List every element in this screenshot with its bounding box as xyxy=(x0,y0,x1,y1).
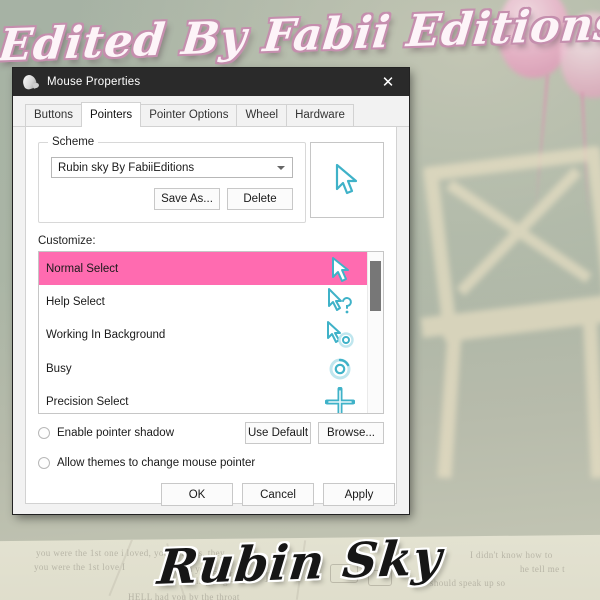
cancel-button[interactable]: Cancel xyxy=(242,483,314,506)
scribble-texture: you were the 1st one i loved, your frien… xyxy=(0,540,600,600)
arrow-cursor-icon xyxy=(325,254,355,284)
browse-button[interactable]: Browse... xyxy=(318,422,384,444)
apply-button[interactable]: Apply xyxy=(323,483,395,506)
enable-pointer-shadow-label: Enable pointer shadow xyxy=(57,427,174,439)
scribble-line: I didn't know how to xyxy=(470,550,553,560)
dialog-body: Buttons Pointers Pointer Options Wheel H… xyxy=(13,96,409,514)
pointer-button-row: Use Default Browse... xyxy=(245,422,384,444)
wallpaper-scene: you were the 1st one i loved, your frien… xyxy=(0,0,600,600)
allow-themes-checkbox[interactable] xyxy=(38,457,50,469)
list-item[interactable]: Working In Background xyxy=(39,319,383,352)
tab-bar: Buttons Pointers Pointer Options Wheel H… xyxy=(13,96,409,127)
list-item-label: Help Select xyxy=(46,296,105,309)
dialog-title: Mouse Properties xyxy=(47,76,141,88)
list-item-label: Normal Select xyxy=(46,262,119,275)
dialog-titlebar[interactable]: Mouse Properties ✕ xyxy=(13,68,409,96)
list-item-label: Busy xyxy=(46,362,72,375)
scribble-line: you were the 1st one i loved, your frien… xyxy=(36,548,225,558)
customize-label: Customize: xyxy=(38,235,96,247)
scheme-button-row: Save As... Delete xyxy=(51,188,293,210)
scheme-legend: Scheme xyxy=(48,136,99,148)
list-item[interactable]: Precision Select xyxy=(39,386,383,413)
help-cursor-icon xyxy=(325,287,355,317)
scheme-value: Rubin sky By FabiiEditions xyxy=(58,161,195,174)
scheme-combobox[interactable]: Rubin sky By FabiiEditions xyxy=(51,157,293,178)
use-default-button[interactable]: Use Default xyxy=(245,422,311,444)
list-item[interactable]: Busy xyxy=(39,352,383,385)
working-cursor-icon xyxy=(325,320,355,350)
busy-cursor-icon xyxy=(325,354,355,384)
mouse-icon xyxy=(21,73,40,91)
enable-pointer-shadow-checkbox[interactable] xyxy=(38,427,50,439)
tab-buttons[interactable]: Buttons xyxy=(25,104,82,126)
scheme-group: Scheme Rubin sky By FabiiEditions Save A… xyxy=(38,136,306,223)
allow-themes-label: Allow themes to change mouse pointer xyxy=(57,457,256,469)
dialog-footer: OK Cancel Apply xyxy=(13,483,409,506)
close-icon[interactable]: ✕ xyxy=(367,68,409,96)
pointers-tab-page: Scheme Rubin sky By FabiiEditions Save A… xyxy=(25,126,397,504)
ok-button[interactable]: OK xyxy=(161,483,233,506)
allow-themes-row[interactable]: Allow themes to change mouse pointer xyxy=(38,454,384,472)
tab-hardware[interactable]: Hardware xyxy=(286,104,354,126)
list-item[interactable]: Normal Select xyxy=(39,252,383,286)
precision-cursor-icon xyxy=(324,386,356,413)
scribble-line: should speak up so xyxy=(430,578,506,588)
scribble-line: is going xyxy=(196,576,228,586)
pointer-preview xyxy=(310,142,384,218)
pointer-options-area: Enable pointer shadow Allow themes to ch… xyxy=(38,422,384,474)
list-item-label: Working In Background xyxy=(46,329,166,342)
scrollbar-thumb[interactable] xyxy=(370,261,381,311)
chevron-down-icon[interactable] xyxy=(277,165,285,170)
tab-pointer-options[interactable]: Pointer Options xyxy=(140,104,238,126)
cursor-list-scrollbar[interactable] xyxy=(367,252,383,413)
cursor-list[interactable]: Normal Select Help Select Working In Bac… xyxy=(38,251,384,414)
scribble-line: you were the 1st love I xyxy=(34,562,126,572)
list-item-label: Precision Select xyxy=(46,396,129,409)
tab-pointers[interactable]: Pointers xyxy=(81,102,142,127)
chair-illustration xyxy=(415,145,600,479)
tab-wheel[interactable]: Wheel xyxy=(236,104,288,126)
scribble-line: he tell me t xyxy=(520,564,566,574)
arrow-cursor-icon xyxy=(335,163,358,195)
mouse-properties-dialog: Mouse Properties ✕ Buttons Pointers Poin… xyxy=(13,68,409,514)
list-item[interactable]: Help Select xyxy=(39,285,383,318)
delete-button[interactable]: Delete xyxy=(227,188,293,210)
scribble-line: HELL had you by the throat xyxy=(128,592,240,600)
scribble-line: LOST xyxy=(228,570,274,586)
scribble-line: teen you get xyxy=(176,564,225,574)
save-as-button[interactable]: Save As... xyxy=(154,188,220,210)
